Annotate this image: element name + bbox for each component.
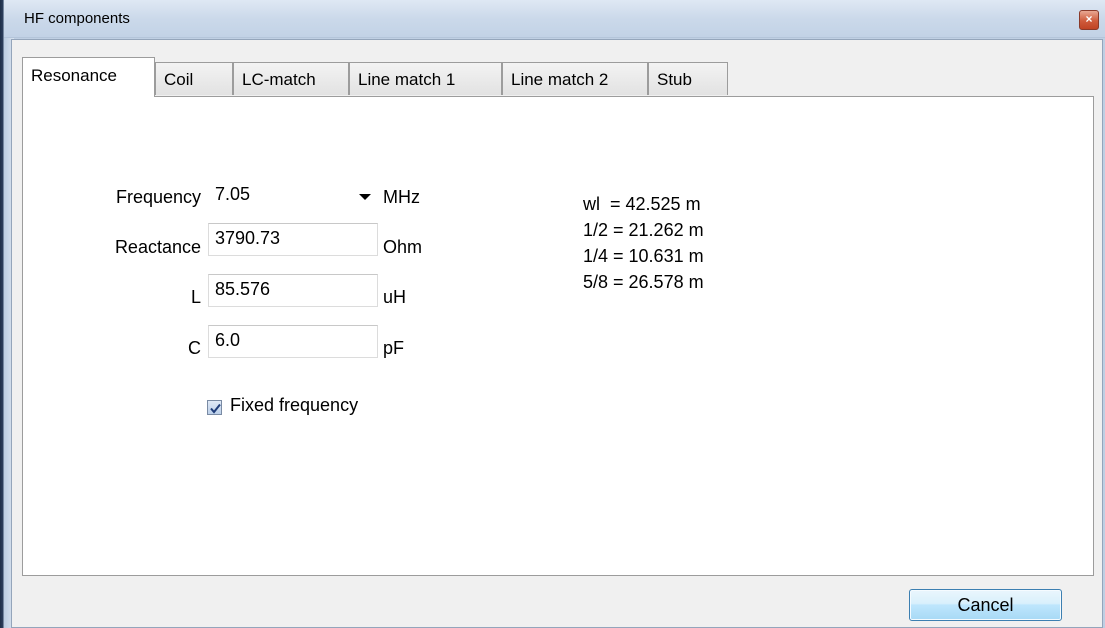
frequency-dropdown[interactable]: 7.05 xyxy=(208,179,378,212)
dialog-client-area: Resonance Coil LC-match Line match 1 Lin… xyxy=(11,39,1103,628)
capacitance-label: C xyxy=(188,338,201,358)
tab-lc-match[interactable]: LC-match xyxy=(233,62,349,95)
cancel-button[interactable]: Cancel xyxy=(909,589,1062,621)
inductance-label: L xyxy=(190,287,201,307)
capacitance-input[interactable]: 6.0 xyxy=(208,325,378,358)
result-line: wl = 42.525 m xyxy=(583,194,701,214)
capacitance-unit: pF xyxy=(383,338,405,358)
reactance-unit: Ohm xyxy=(383,237,423,257)
frequency-unit: MHz xyxy=(383,187,420,207)
inductance-unit: uH xyxy=(383,287,407,307)
tab-resonance[interactable]: Resonance xyxy=(22,57,155,97)
tab-line-match-2[interactable]: Line match 2 xyxy=(502,62,648,95)
window-title: HF components xyxy=(24,10,130,27)
frequency-value: 7.05 xyxy=(215,184,251,204)
reactance-input[interactable]: 3790.73 xyxy=(208,223,378,256)
tab-stub[interactable]: Stub xyxy=(648,62,728,95)
result-line: 5/8 = 26.578 m xyxy=(583,272,704,292)
fixed-frequency-label[interactable]: Fixed frequency xyxy=(230,395,358,416)
title-bar[interactable]: HF components × xyxy=(4,0,1105,38)
checkmark-icon xyxy=(210,403,221,414)
dialog-window: HF components × Resonance Coil LC-match … xyxy=(0,0,1105,628)
frequency-label: Frequency xyxy=(115,187,201,207)
inductance-input[interactable]: 85.576 xyxy=(208,274,378,307)
resonance-panel: Frequency 7.05 MHz Reactance 3790.73 Ohm… xyxy=(22,96,1094,576)
result-line: 1/4 = 10.631 m xyxy=(583,246,704,266)
tab-line-match-1[interactable]: Line match 1 xyxy=(349,62,502,95)
tab-coil[interactable]: Coil xyxy=(155,62,233,95)
wavelength-results: wl = 42.525 m 1/2 = 21.262 m 1/4 = 10.63… xyxy=(583,191,704,295)
chevron-down-icon[interactable] xyxy=(359,194,371,200)
reactance-label: Reactance xyxy=(114,237,201,257)
result-line: 1/2 = 21.262 m xyxy=(583,220,704,240)
close-icon[interactable]: × xyxy=(1079,10,1099,30)
fixed-frequency-checkbox[interactable] xyxy=(207,400,222,415)
